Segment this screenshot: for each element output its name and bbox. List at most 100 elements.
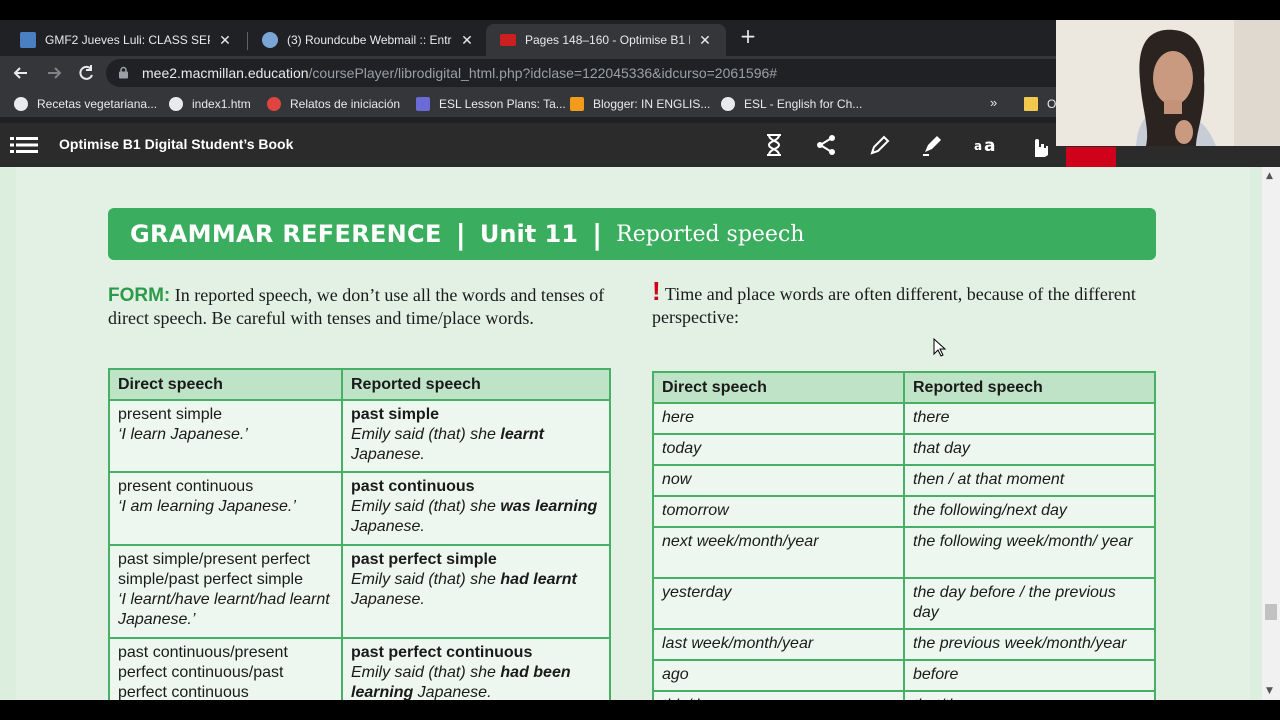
banner-divider: | xyxy=(591,217,603,251)
example-text: Japanese. xyxy=(351,446,425,463)
grammar-reference-banner: GRAMMAR REFERENCE | Unit 11 | Reported s… xyxy=(108,208,1156,260)
example: ‘I learn Japanese.’ xyxy=(118,426,248,443)
bookmark-relatos[interactable]: Relatos de iniciación xyxy=(267,95,400,113)
example-text: Emily said (that) she xyxy=(351,426,501,443)
presenter-silhouette-icon xyxy=(1056,20,1280,146)
new-tab-plus-icon[interactable]: + xyxy=(736,24,760,48)
example-text: Japanese. xyxy=(413,684,492,701)
banner-divider: | xyxy=(455,217,466,251)
browser-window: GMF2 Jueves Luli: CLASS SEPTEM ✕ (3) Rou… xyxy=(0,0,1280,720)
example: Emily said (that) she learnt Japanese. xyxy=(351,425,601,465)
lock-icon xyxy=(118,66,130,80)
example-text: Japanese. xyxy=(351,591,425,608)
form-paragraph: FORM: In reported speech, we don’t use a… xyxy=(108,284,618,330)
target-icon xyxy=(267,97,281,111)
close-tab-icon[interactable]: ✕ xyxy=(216,32,234,49)
direct-cell: now xyxy=(652,464,905,497)
webcam-video-overlay xyxy=(1056,20,1280,146)
table-header-row: Direct speech Reported speech xyxy=(108,368,611,401)
note-text: Time and place words are often different… xyxy=(652,284,1136,327)
app-title: Optimise B1 Digital Student’s Book xyxy=(59,136,294,152)
marker-icon[interactable] xyxy=(919,133,945,159)
text-size-icon[interactable]: aa xyxy=(973,133,999,159)
direct-cell: today xyxy=(652,433,905,466)
scrollbar-thumb[interactable] xyxy=(1265,604,1277,620)
bookmark-recetas[interactable]: Recetas vegetariana... xyxy=(14,95,157,113)
banner-topic: Reported speech xyxy=(616,221,805,247)
share-icon[interactable] xyxy=(813,133,839,159)
teachers-icon xyxy=(416,97,430,111)
bookmark-label: O xyxy=(1047,97,1057,111)
more-bookmarks-chevron-icon[interactable]: » xyxy=(990,95,997,110)
menu-list-icon[interactable] xyxy=(10,135,38,155)
vertical-scrollbar[interactable] xyxy=(1262,167,1280,700)
bookmark-label: Recetas vegetariana... xyxy=(37,97,158,111)
table-row: last week/month/year the previous week/mo… xyxy=(652,628,1156,661)
back-arrow-icon[interactable] xyxy=(10,62,32,84)
reported-cell: the day before / the previous day xyxy=(903,577,1156,630)
bookmark-other[interactable]: O xyxy=(1024,95,1056,113)
tab-optimise-active[interactable]: Pages 148–160 - Optimise B1 Di ✕ xyxy=(486,24,726,56)
tab-gmf2[interactable]: GMF2 Jueves Luli: CLASS SEPTEM ✕ xyxy=(6,24,246,56)
globe-icon xyxy=(169,97,183,111)
bookmark-index1[interactable]: index1.htm xyxy=(169,95,251,113)
tense-name: past perfect continuous xyxy=(351,644,533,661)
reported-cell: the following/next day xyxy=(903,495,1156,528)
active-tool-button[interactable] xyxy=(1066,147,1116,167)
time-place-table: Direct speech Reported speech here there … xyxy=(652,371,1156,720)
table-row: present simple ‘I learn Japanese.’ past s… xyxy=(108,399,611,473)
column-header: Direct speech xyxy=(108,368,343,401)
tense-name: past perfect simple xyxy=(351,551,497,568)
reported-cell: past simple Emily said (that) she learnt … xyxy=(341,399,611,473)
tense-name: past continuous/present perfect continuo… xyxy=(118,644,288,701)
globe-icon xyxy=(721,97,735,111)
column-header: Reported speech xyxy=(341,368,611,401)
pencil-icon[interactable] xyxy=(867,133,893,159)
example-verb: was learning xyxy=(500,498,598,515)
reported-cell: there xyxy=(903,402,1156,435)
exclamation-icon: ! xyxy=(652,276,661,306)
bookmark-esl-lesson-plans[interactable]: ESL Lesson Plans: Ta... xyxy=(416,95,566,113)
example: ‘I am learning Japanese.’ xyxy=(118,498,296,515)
reported-cell: that day xyxy=(903,433,1156,466)
table-row: next week/month/year the following week/m… xyxy=(652,526,1156,579)
example-text: Emily said (that) she xyxy=(351,498,501,515)
reported-cell: the previous week/month/year xyxy=(903,628,1156,661)
banner-section: GRAMMAR REFERENCE xyxy=(130,220,442,248)
table-row: yesterday the day before / the previous d… xyxy=(652,577,1156,630)
table-row: today that day xyxy=(652,433,1156,466)
tab-title: Pages 148–160 - Optimise B1 Di xyxy=(525,33,690,47)
address-bar[interactable]: mee2.macmillan.education/coursePlayer/li… xyxy=(106,59,1086,87)
bookmark-favicon-icon xyxy=(14,97,28,111)
bookmark-label: Relatos de iniciación xyxy=(290,97,401,111)
tab-roundcube[interactable]: (3) Roundcube Webmail :: Entrad ✕ xyxy=(248,24,488,56)
example-verb: had learnt xyxy=(500,571,577,588)
scroll-down-arrow-icon[interactable]: ▼ xyxy=(1266,686,1273,696)
column-header: Direct speech xyxy=(652,371,905,404)
reload-icon[interactable] xyxy=(75,62,97,84)
hourglass-icon[interactable] xyxy=(761,133,787,159)
scroll-up-arrow-icon[interactable]: ▲ xyxy=(1266,171,1273,181)
close-tab-icon[interactable]: ✕ xyxy=(696,32,714,49)
tense-name: past simple/present perfect simple/past … xyxy=(118,551,311,588)
bookmark-label: index1.htm xyxy=(192,97,251,111)
hand-pointer-icon[interactable] xyxy=(1026,133,1052,159)
direct-cell: tomorrow xyxy=(652,495,905,528)
roundcube-favicon-icon xyxy=(262,32,278,48)
form-text: In reported speech, we don’t use all the… xyxy=(108,285,605,328)
url-host: mee2.macmillan.education xyxy=(142,65,309,81)
reported-cell: before xyxy=(903,659,1156,692)
direct-cell: ago xyxy=(652,659,905,692)
url-path: /coursePlayer/librodigital_html.php?idcl… xyxy=(308,65,778,81)
bookmark-esl-english[interactable]: ESL - English for Ch... xyxy=(721,95,862,113)
forward-arrow-icon[interactable] xyxy=(43,62,65,84)
bookmark-blogger[interactable]: Blogger: IN ENGLIS... xyxy=(570,95,710,113)
close-tab-icon[interactable]: ✕ xyxy=(458,32,476,49)
table-row: now then / at that moment xyxy=(652,464,1156,497)
reported-cell: then / at that moment xyxy=(903,464,1156,497)
screen-bottom-bar xyxy=(0,700,1280,720)
example-text: Emily said (that) she xyxy=(351,664,501,681)
folder-icon xyxy=(1024,97,1038,111)
table-row: past simple/present perfect simple/past … xyxy=(108,544,611,639)
table-row: present continuous ‘I am learning Japanes… xyxy=(108,471,611,546)
